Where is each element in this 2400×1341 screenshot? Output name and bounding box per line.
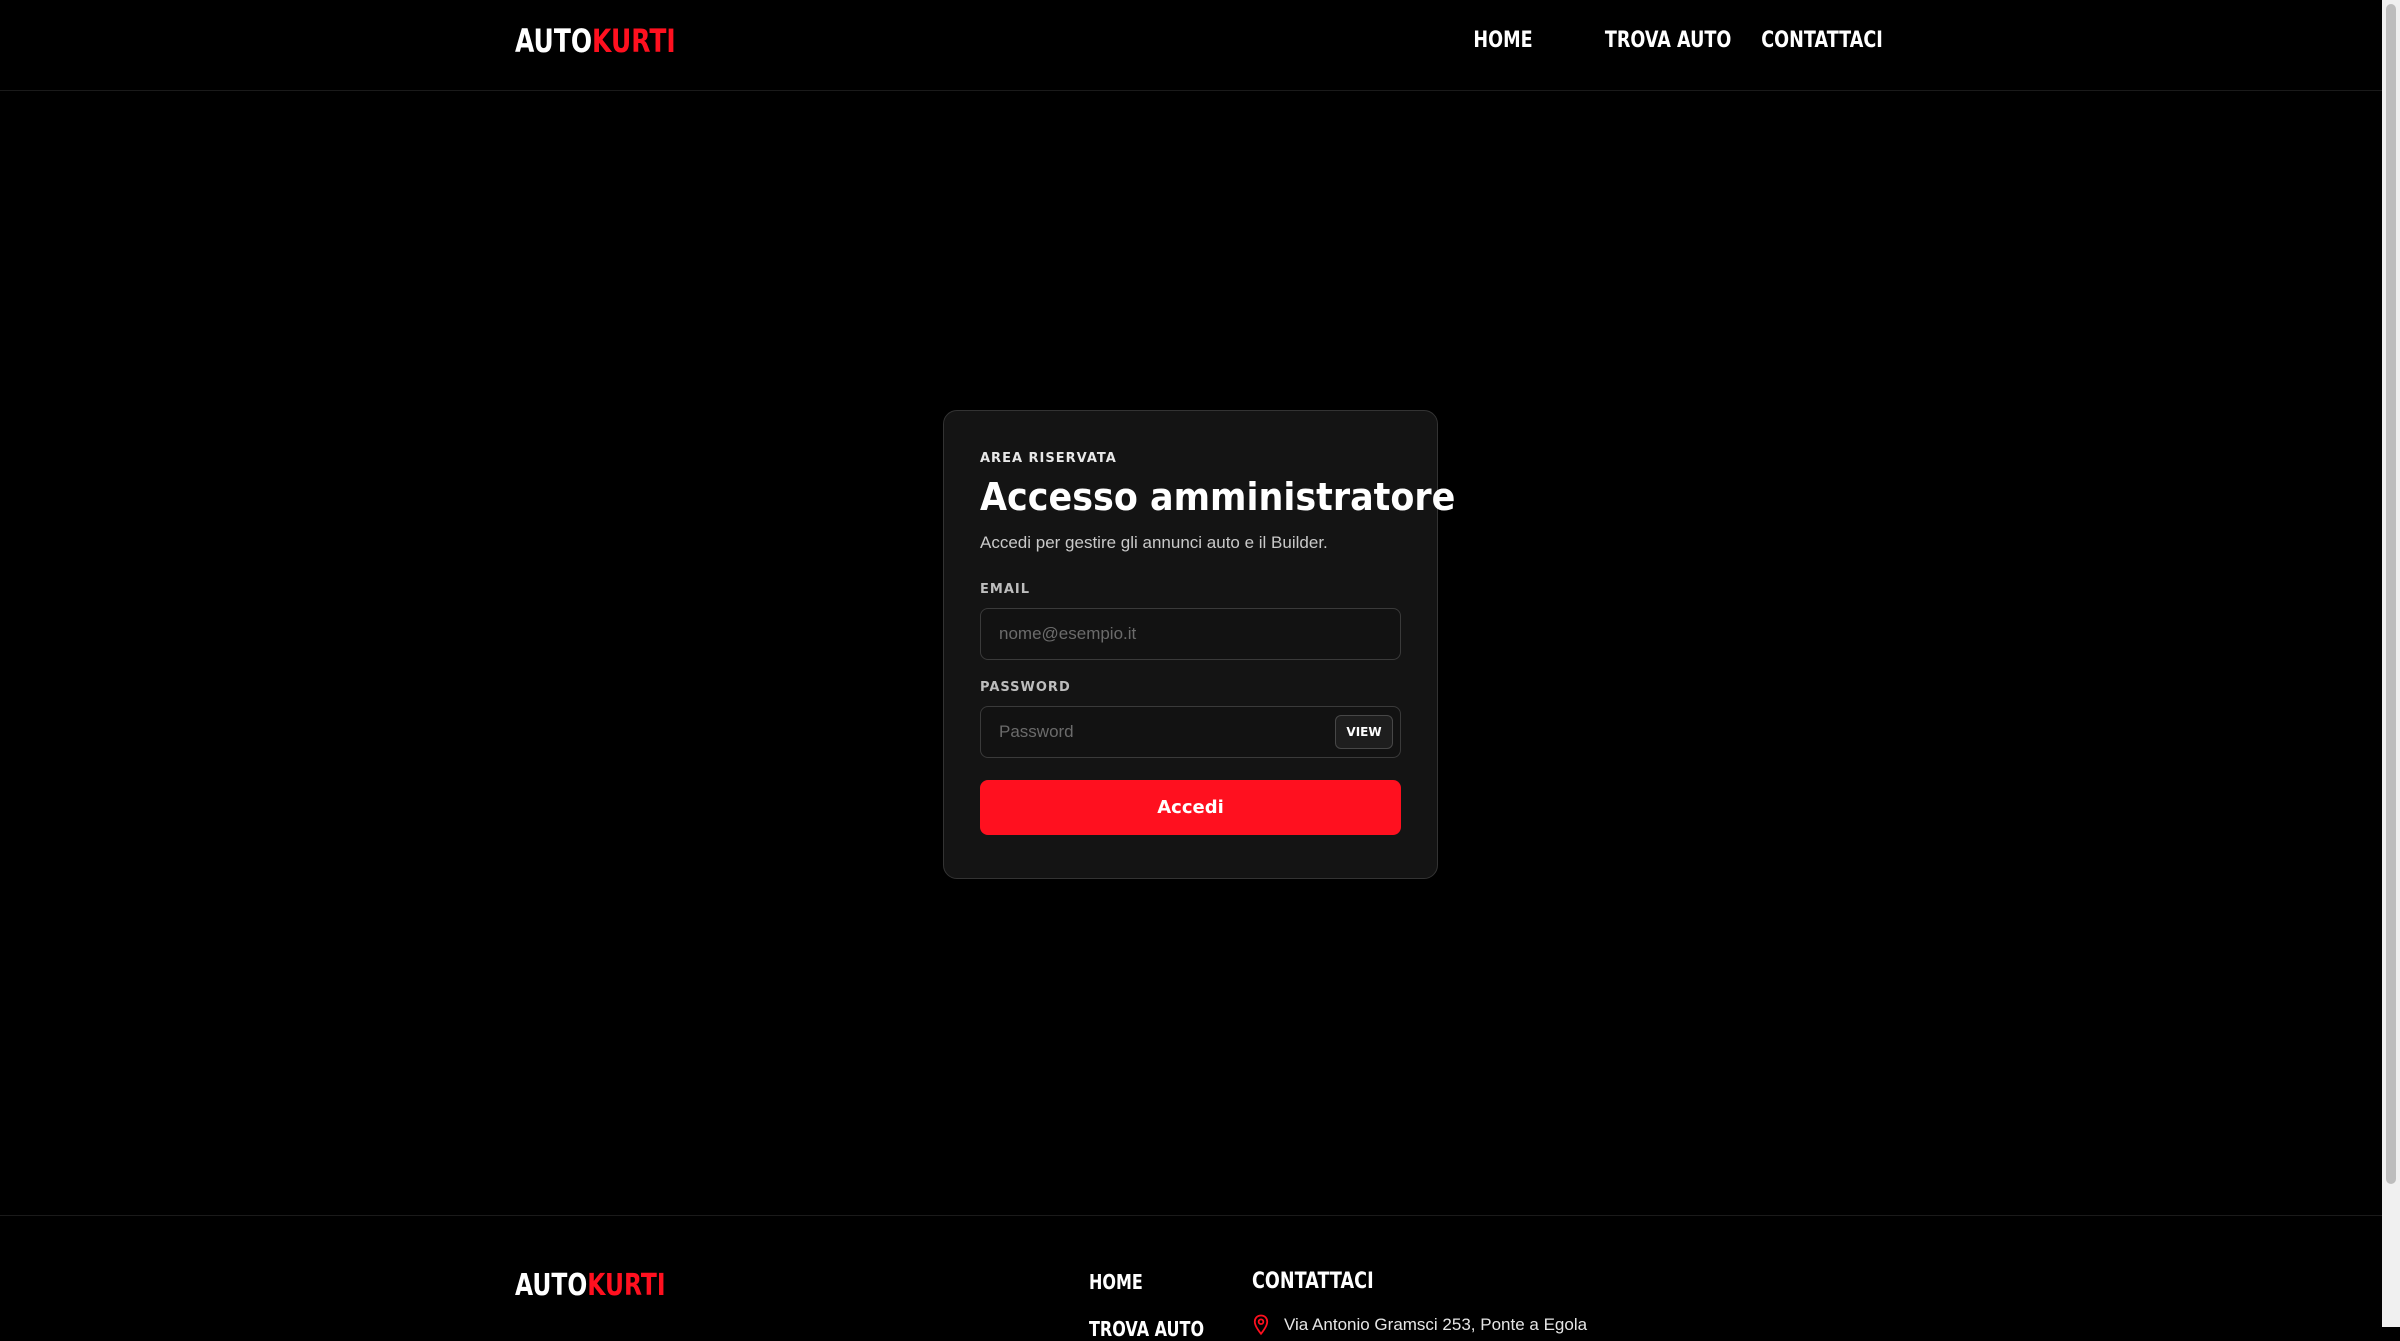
nav-find-car-link[interactable]: TROVA AUTO [1605,28,1732,53]
footer-nav-home-link[interactable]: HOME [1089,1270,1143,1294]
login-card: AREA RISERVATA Accesso amministratore Ac… [943,410,1455,879]
footer-address-text: Via Antonio Gramsci 253, Ponte a Egola [1284,1315,1588,1334]
footer-logo-part-kurti: KURTI [587,1268,666,1303]
footer-logo-part-auto: AUTO [515,1268,588,1303]
password-label: PASSWORD [980,680,1071,695]
section-eyebrow: AREA RISERVATA [980,451,1117,466]
site-logo[interactable]: AUTOKURTI [515,22,676,60]
nav-home-link[interactable]: HOME [1473,28,1532,53]
page-title: Accesso amministratore [980,475,1456,519]
password-field-wrapper: VIEW [980,706,1401,758]
logo-part-auto: AUTO [515,22,593,60]
login-submit-button[interactable]: Accedi [980,780,1401,835]
footer-address: Via Antonio Gramsci 253, Ponte a Egola [1252,1314,1587,1336]
password-field[interactable] [997,707,1327,757]
view-password-button[interactable]: VIEW [1335,715,1393,749]
footer-contact-heading: CONTATTACI [1252,1269,1374,1294]
email-field-wrapper [980,608,1401,660]
footer-nav-find-car-link[interactable]: TROVA AUTO [1089,1317,1204,1341]
email-field[interactable] [997,609,1327,659]
map-pin-icon [1253,1314,1269,1336]
scrollbar-thumb[interactable] [2386,4,2396,1184]
email-label: EMAIL [980,582,1030,597]
site-header: AUTOKURTI HOME TROVA AUTO CONTATTACI [0,0,2382,91]
logo-part-kurti: KURTI [592,22,676,60]
site-footer: AUTOKURTI HOME TROVA AUTO CONTATTACI Via… [0,1215,2382,1341]
page-scrollbar[interactable] [2382,0,2400,1327]
nav-contact-link[interactable]: CONTATTACI [1761,28,1883,53]
footer-logo[interactable]: AUTOKURTI [515,1268,666,1303]
page-subtitle: Accedi per gestire gli annunci auto e il… [980,533,1328,552]
